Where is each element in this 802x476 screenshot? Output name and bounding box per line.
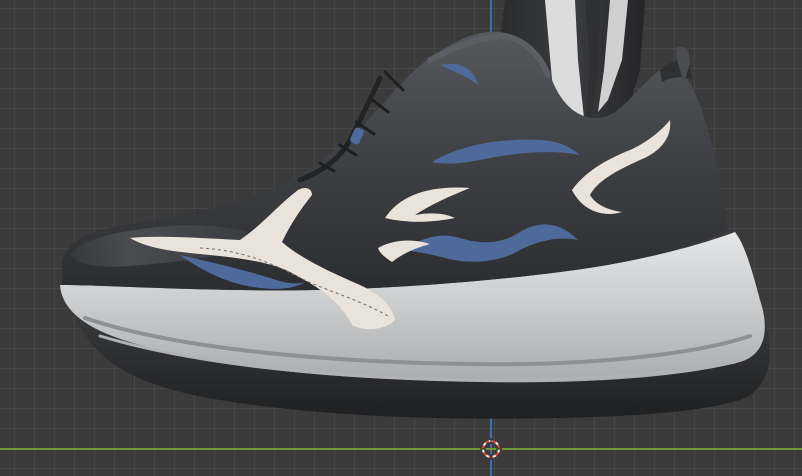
- x-axis-line: [0, 448, 802, 450]
- shoe-model[interactable]: [0, 0, 802, 476]
- 3d-cursor-icon[interactable]: [480, 438, 502, 460]
- 3d-viewport[interactable]: [0, 0, 802, 476]
